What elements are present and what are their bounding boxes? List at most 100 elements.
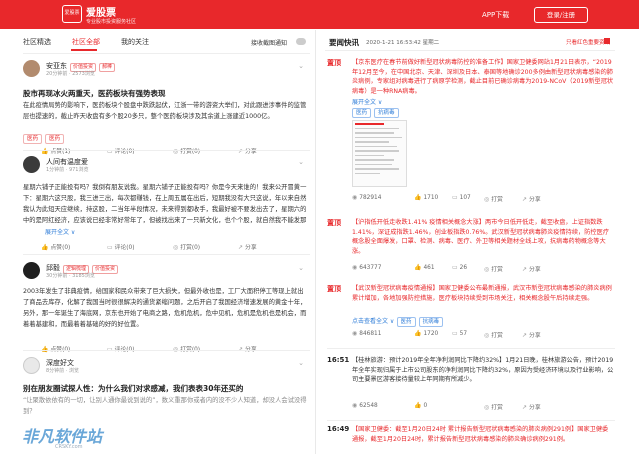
news-tags: 医药 抗病毒: [352, 108, 402, 118]
share-button[interactable]: ↗分享: [522, 402, 541, 411]
news-time: 置顶: [327, 59, 341, 67]
eye-icon: ◉: [352, 264, 358, 271]
post-divider: [23, 350, 310, 351]
post-divider: [23, 150, 310, 151]
post-meta: 20分钟前 · 2573浏览: [46, 71, 95, 77]
share-button[interactable]: ↗分享: [238, 242, 257, 251]
important-only-checkbox[interactable]: [604, 38, 610, 44]
like-button[interactable]: 👍点赞(0): [41, 344, 70, 353]
post-tags: 医药 医药: [23, 134, 67, 144]
reward-icon: ◎: [173, 244, 179, 251]
share-button[interactable]: ↗分享: [522, 264, 541, 273]
share-icon: ↗: [238, 244, 244, 251]
news-title: 要闻快讯: [329, 38, 359, 47]
like-button[interactable]: 👍 1710: [414, 194, 438, 201]
reward-button[interactable]: ◎ 打赏: [484, 194, 503, 203]
reward-button[interactable]: ◎ 打赏: [484, 402, 503, 411]
comment-icon: ▭: [452, 264, 458, 271]
news-time: 16:49: [327, 425, 350, 433]
post-card: 深度好文 8分钟前 · 浏览 ⌄ 别在朋友圈试探人性：为什么我们对求感减，我们表…: [23, 357, 310, 427]
app-logo[interactable]: 爱股票: [62, 5, 82, 23]
news-text[interactable]: 【国家卫健委：截至1月20日24时 累计报告新型冠状病毒感染的肺炎病例291例】…: [352, 425, 614, 453]
comment-button[interactable]: ▭评论(0): [107, 344, 134, 353]
post-title[interactable]: 股市再现冰火两重天，医药板块有强势表现: [23, 88, 166, 99]
comment-icon: ▭: [452, 330, 458, 337]
post-body: 2003年发生了非典疫情，给国家和民众带来了巨大损失，但最外收也是，工厂大面积停…: [23, 288, 307, 328]
thumbs-up-icon: 👍: [414, 402, 422, 409]
expand-link[interactable]: 展开全文 ∨: [45, 227, 75, 236]
stock-tag[interactable]: 医药: [396, 317, 416, 327]
reward-button[interactable]: ◎ 打赏: [484, 330, 503, 339]
expand-link[interactable]: 点击查看全文 ∨: [352, 318, 394, 325]
like-button[interactable]: 👍点赞(0): [41, 242, 70, 251]
news-divider: [325, 50, 615, 51]
post-body: 星期六铺子正能投有吗？我倒有朋友说我。星期六铺子正能投有吗？你是今天来谁的！我来…: [23, 184, 307, 224]
expand-link[interactable]: 展开全文 ∨: [352, 97, 382, 106]
comment-button[interactable]: ▭ 26: [452, 264, 467, 271]
tab-following[interactable]: 我的关注: [121, 37, 149, 47]
news-date: 2020-1-21 16:53:42 星期二: [366, 40, 440, 46]
news-text[interactable]: 【武汉新型冠状病毒疫情通报】国家卫健委公布最新通报，武汉市新型冠状病毒感染的肺炎…: [352, 284, 614, 312]
post-actions: 👍点赞(0) ▭评论(0) ◎打赏(0) ↗分享: [23, 242, 308, 252]
reward-button[interactable]: ◎ 打赏: [484, 264, 503, 273]
stock-tag[interactable]: 抗病毒: [374, 108, 399, 118]
news-text[interactable]: 【沪指低开低走收跌1.41% 疫情相关概念大涨】两市今日低开低走，截至收盘，上证…: [352, 218, 614, 256]
tab-all[interactable]: 社区全部: [72, 37, 100, 47]
comment-button[interactable]: ▭ 107: [452, 194, 471, 201]
thumbs-up-icon: 👍: [414, 194, 422, 201]
news-item: 16:49 【国家卫健委：截至1月20日24时 累计报告新型冠状病毒感染的肺炎病…: [327, 425, 615, 454]
news-item: 置顶 【沪指低开低走收跌1.41% 疫情相关概念大涨】两市今日低开低走，截至收盘…: [327, 218, 615, 278]
share-button[interactable]: ↗分享: [522, 330, 541, 339]
news-text[interactable]: 【京东医疗在春节前做好新型冠状病毒防控的准备工作】国家卫健委网站1月21日表示，…: [352, 58, 614, 96]
share-icon: ↗: [522, 332, 528, 339]
chevron-down-icon[interactable]: ⌄: [298, 264, 304, 272]
avatar[interactable]: [23, 357, 40, 374]
chevron-down-icon[interactable]: ⌄: [298, 158, 304, 166]
avatar[interactable]: [23, 262, 40, 279]
share-button[interactable]: ↗分享: [522, 194, 541, 203]
stock-tag[interactable]: 医药: [352, 108, 372, 118]
share-icon: ↗: [522, 404, 528, 411]
stock-tag[interactable]: 抗病毒: [418, 317, 444, 327]
thumbs-up-icon: 👍: [414, 330, 422, 337]
post-meta: 8分钟前 · 浏览: [46, 368, 79, 374]
like-button[interactable]: 👍 461: [414, 264, 435, 271]
reward-button[interactable]: ◎打赏(0): [173, 344, 200, 353]
post-card: 安亚东 价值投资 郝棒 20分钟前 · 2573浏览 ⌄ 股市再现冰火两重天，医药板…: [23, 60, 310, 155]
chevron-down-icon[interactable]: ⌄: [298, 359, 304, 367]
reward-button[interactable]: ◎打赏(0): [173, 242, 200, 251]
receive-notice-toggle[interactable]: [296, 38, 306, 45]
comment-icon: ▭: [107, 244, 113, 251]
stock-tag[interactable]: 医药: [23, 134, 43, 144]
post-card: 人间有温度爱 1分钟前 · 971浏览 ⌄ 星期六铺子正能投有吗？我倒有朋友说我…: [23, 156, 310, 254]
views-count: ◉ 643777: [352, 264, 382, 271]
reward-icon: ◎: [484, 332, 490, 339]
stock-tag[interactable]: 医药: [45, 134, 65, 144]
like-button[interactable]: 👍 1720: [414, 330, 438, 337]
brand-name[interactable]: 爱股票: [86, 4, 116, 19]
comment-button[interactable]: ▭评论(0): [107, 242, 134, 251]
avatar[interactable]: [23, 156, 40, 173]
chevron-down-icon[interactable]: ⌄: [298, 62, 304, 70]
comment-icon: ▭: [452, 194, 458, 201]
tab-featured[interactable]: 社区精选: [23, 37, 51, 47]
comment-button[interactable]: ▭ 57: [452, 330, 467, 337]
login-register-button[interactable]: 登录/注册: [534, 7, 588, 23]
author-badge: 郝棒: [99, 63, 116, 72]
reward-icon: ◎: [484, 404, 490, 411]
news-time: 置顶: [327, 219, 341, 227]
post-divider: [23, 254, 310, 255]
like-button[interactable]: 👍 0: [414, 402, 427, 409]
app-download-link[interactable]: APP下载: [482, 10, 509, 20]
post-title[interactable]: 别在朋友圈试探人性：为什么我们对求感减，我们表表30年还买的: [23, 383, 243, 394]
thumbs-up-icon: 👍: [414, 264, 422, 271]
news-text[interactable]: 【桂林旅游：预计2019年全年净利润同比下降约32%】1月21日晚，桂林旅游公告…: [352, 356, 614, 394]
news-time: 置顶: [327, 285, 341, 293]
receive-notice-label: 接收截图通知: [251, 40, 288, 47]
eye-icon: ◉: [352, 330, 358, 337]
share-icon: ↗: [522, 266, 528, 273]
news-divider: [327, 420, 615, 421]
share-button[interactable]: ↗分享: [238, 344, 257, 353]
avatar[interactable]: [23, 60, 40, 77]
news-image[interactable]: [352, 120, 407, 187]
